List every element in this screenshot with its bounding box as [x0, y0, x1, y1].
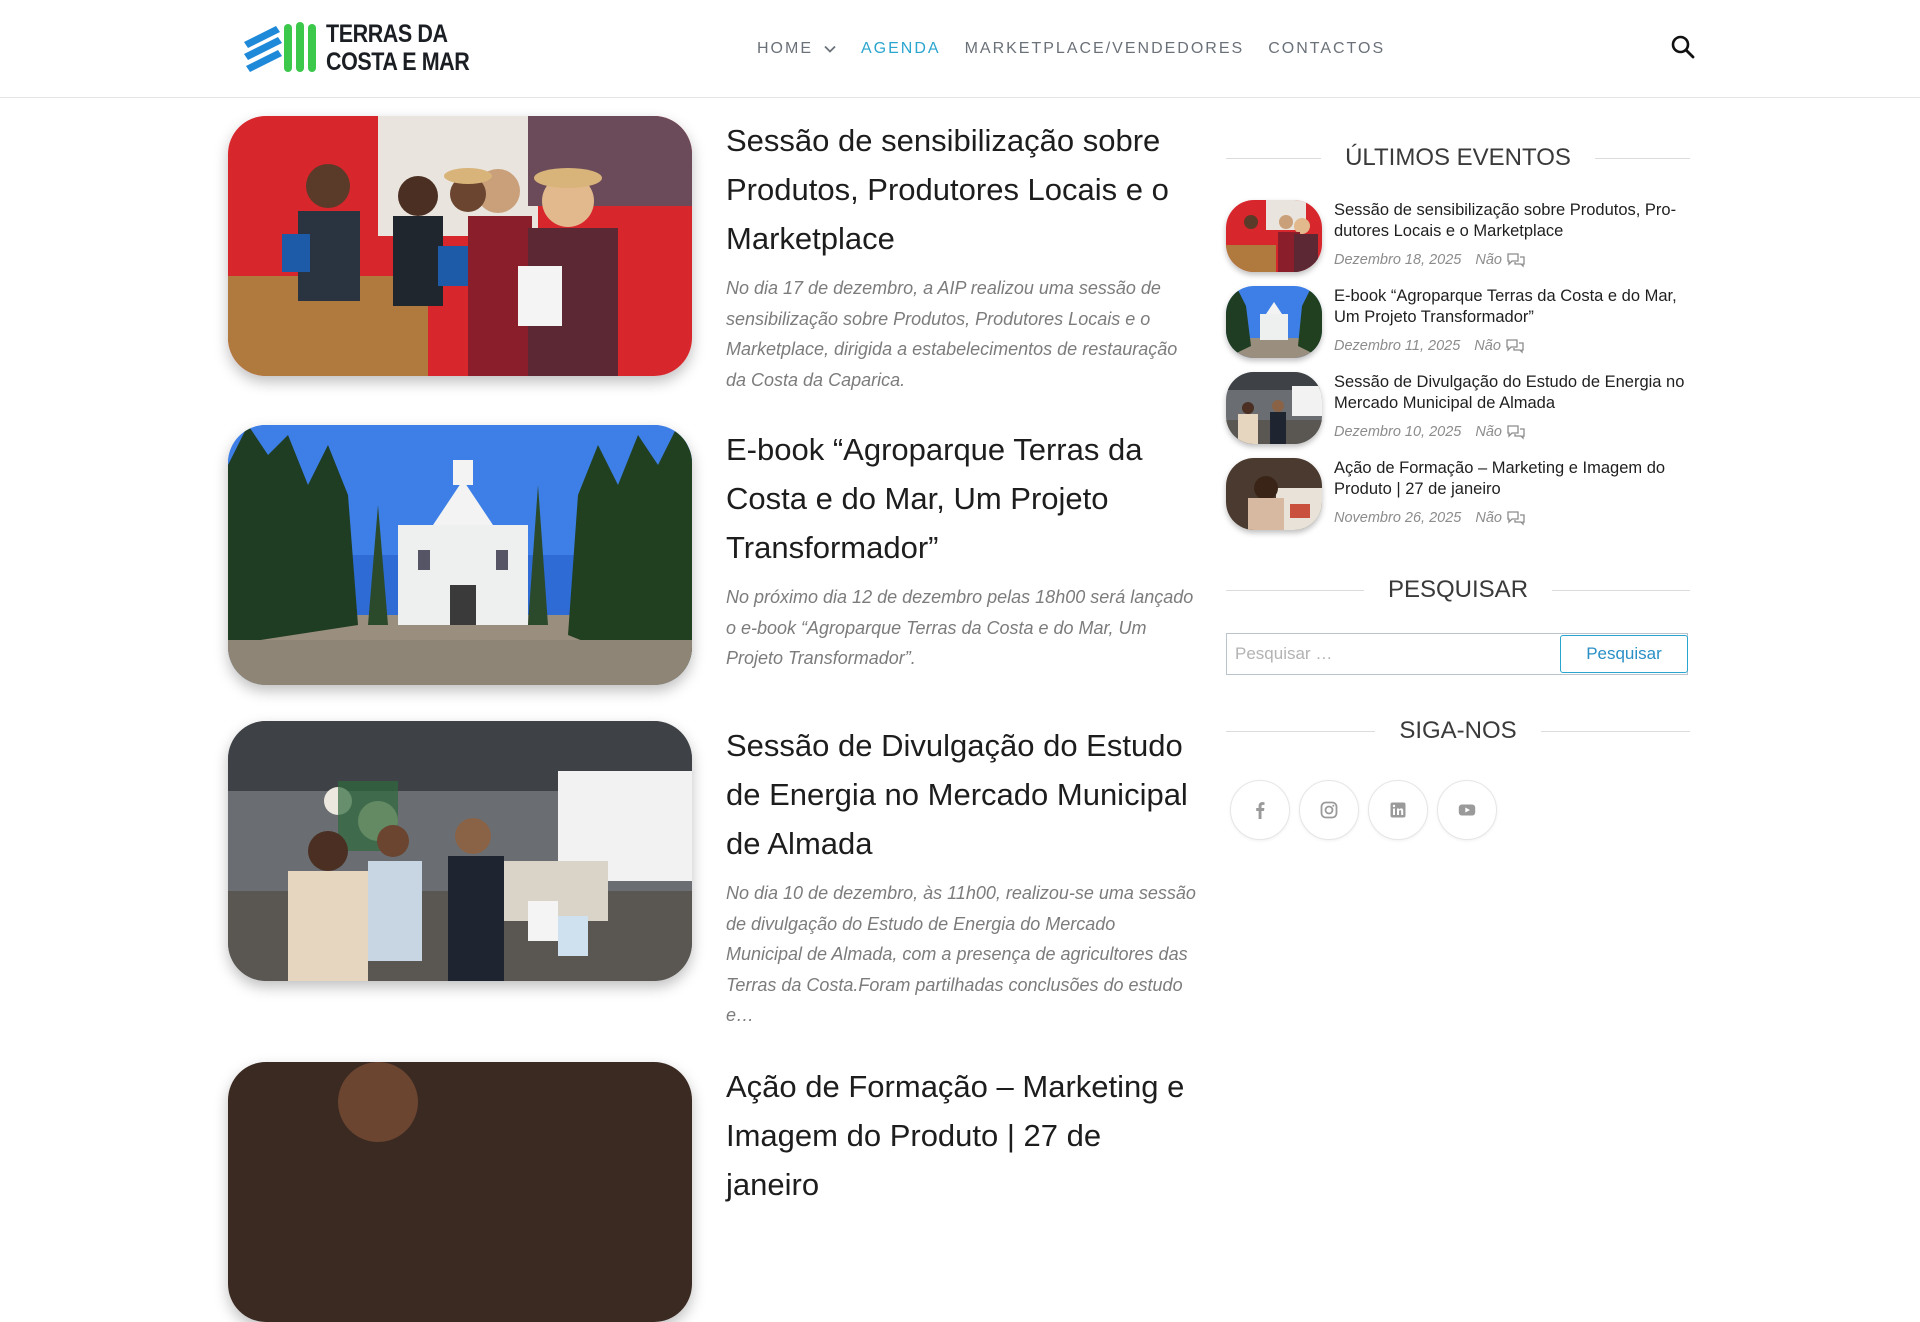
- latest-events-heading: ÚLTIMOS EVENTOS: [1226, 143, 1690, 173]
- event-title[interactable]: Sessão de Divulgação do Estudo de Energi…: [1334, 372, 1690, 414]
- post-thumbnail[interactable]: [228, 116, 692, 376]
- photo-people-restaurant-icon: [1226, 200, 1322, 272]
- event-title[interactable]: Ação de Formação – Marketing e Imagem do…: [1334, 458, 1690, 500]
- post-excerpt: No próximo dia 12 de dezembro pelas 18h0…: [726, 587, 1194, 668]
- site-header: TERRAS DA COSTA E MAR HOME AGENDA MARKET…: [0, 0, 1920, 98]
- photo-market-hall-icon: [228, 721, 692, 981]
- event-meta: Dezembro 10, 2025 Não: [1334, 424, 1526, 440]
- facebook-icon: [1256, 802, 1265, 819]
- youtube-link[interactable]: [1437, 780, 1497, 840]
- post-title[interactable]: Sessão de Divulgação do Estudo de Energi…: [726, 721, 1196, 868]
- logo-line-2: COSTA E MAR: [326, 48, 470, 76]
- post-excerpt: No dia 10 de dezembro, às 11h00, realizo…: [726, 883, 1196, 1025]
- nav-item-label: MARKETPLACE/VENDEDORES: [964, 39, 1245, 57]
- comments-icon: [1506, 339, 1524, 354]
- photo-white-church-icon: [1226, 286, 1322, 358]
- photo-market-hall-icon: [1226, 372, 1322, 444]
- logo-line-1: TERRAS DA: [326, 20, 448, 48]
- event-date: Dezembro 10, 2025: [1334, 424, 1462, 440]
- photo-people-restaurant-icon: [228, 116, 692, 376]
- event-thumbnail[interactable]: [1226, 458, 1322, 530]
- event-thumbnail[interactable]: [1226, 372, 1322, 444]
- nav-item-label: CONTACTOS: [1268, 39, 1386, 57]
- linkedin-icon: [1390, 802, 1406, 818]
- comments-icon: [1507, 511, 1525, 526]
- event-meta: Novembro 26, 2025 Não: [1334, 510, 1526, 526]
- instagram-link[interactable]: [1299, 780, 1359, 840]
- nav-item-label: AGENDA: [861, 39, 941, 57]
- chevron-down-icon: [824, 45, 836, 53]
- nav-item-agenda[interactable]: AGENDA: [861, 40, 941, 58]
- post-body: Ação de Formação – Marketing e Imagem do…: [726, 1062, 1196, 1209]
- logo-mark-icon: [244, 22, 316, 72]
- widget-title: ÚLTIMOS EVENTOS: [1345, 144, 1571, 171]
- post-title[interactable]: Ação de Formação – Marketing e Imagem do…: [726, 1062, 1196, 1209]
- post-thumbnail[interactable]: [228, 425, 692, 685]
- search-heading: PESQUISAR: [1226, 575, 1690, 605]
- main-nav: HOME AGENDA MARKETPLACE/VENDEDORES CONTA…: [757, 0, 1409, 97]
- post-thumbnail[interactable]: [228, 721, 692, 981]
- event-meta: Dezembro 11, 2025 Não: [1334, 338, 1525, 354]
- search-icon[interactable]: [1670, 34, 1696, 60]
- post-thumbnail[interactable]: [228, 1062, 692, 1322]
- event-item[interactable]: Sessão de Divulgação do Estudo de Energi…: [1226, 372, 1690, 444]
- widget-title: SIGA-NOS: [1399, 717, 1517, 744]
- photo-white-church-icon: [228, 425, 692, 685]
- logo-text: TERRAS DA COSTA E MAR: [326, 20, 470, 76]
- event-date: Dezembro 11, 2025: [1334, 338, 1461, 354]
- nav-item-marketplace[interactable]: MARKETPLACE/VENDEDORES: [965, 40, 1245, 58]
- event-item[interactable]: Ação de Formação – Marketing e Imagem do…: [1226, 458, 1690, 530]
- sidebar-search-form: Pesquisar: [1226, 633, 1690, 677]
- event-thumbnail[interactable]: [1226, 286, 1322, 358]
- post-body: Sessão de Divulgação do Estudo de Energi…: [726, 721, 1196, 1031]
- event-date: Dezembro 18, 2025: [1334, 252, 1462, 268]
- photo-training-icon: [1226, 458, 1322, 530]
- event-meta: Dezembro 18, 2025 Não: [1334, 252, 1526, 268]
- follow-heading: SIGA-NOS: [1226, 716, 1690, 746]
- event-date: Novembro 26, 2025: [1334, 510, 1462, 526]
- event-item[interactable]: E-book “Agroparque Terras da Costa e do …: [1226, 286, 1690, 358]
- photo-training-icon: [228, 1062, 692, 1322]
- facebook-link[interactable]: [1230, 780, 1290, 840]
- post-excerpt: No dia 17 de dezembro, a AIP realizou um…: [726, 278, 1178, 390]
- youtube-icon: [1458, 804, 1476, 816]
- event-comments[interactable]: Não: [1475, 510, 1502, 526]
- event-comments[interactable]: Não: [1474, 338, 1501, 354]
- social-links: [1230, 780, 1506, 840]
- event-item[interactable]: Sessão de sensibilização sobre Produtos,…: [1226, 200, 1690, 272]
- post-title[interactable]: Sessão de sensibilização sobre Produtos,…: [726, 116, 1196, 263]
- event-comments[interactable]: Não: [1475, 252, 1502, 268]
- nav-item-contactos[interactable]: CONTACTOS: [1268, 40, 1385, 58]
- instagram-icon: [1320, 801, 1338, 819]
- site-logo[interactable]: TERRAS DA COSTA E MAR: [240, 18, 470, 78]
- event-title[interactable]: E-book “Agroparque Terras da Costa e do …: [1334, 286, 1690, 328]
- nav-item-label: HOME: [757, 39, 813, 57]
- event-comments[interactable]: Não: [1475, 424, 1502, 440]
- event-thumbnail[interactable]: [1226, 200, 1322, 272]
- post-body: Sessão de sensibilização sobre Produtos,…: [726, 116, 1196, 395]
- event-title[interactable]: Sessão de sensibilização sobre Produtos,…: [1334, 200, 1690, 242]
- linkedin-link[interactable]: [1368, 780, 1428, 840]
- post-title[interactable]: E-book “Agroparque Terras da Costa e do …: [726, 425, 1196, 572]
- nav-item-home[interactable]: HOME: [757, 40, 837, 58]
- comments-icon: [1507, 425, 1525, 440]
- post-body: E-book “Agroparque Terras da Costa e do …: [726, 425, 1196, 674]
- search-submit-button[interactable]: Pesquisar: [1560, 635, 1688, 673]
- comments-icon: [1507, 253, 1525, 268]
- widget-title: PESQUISAR: [1387, 576, 1529, 603]
